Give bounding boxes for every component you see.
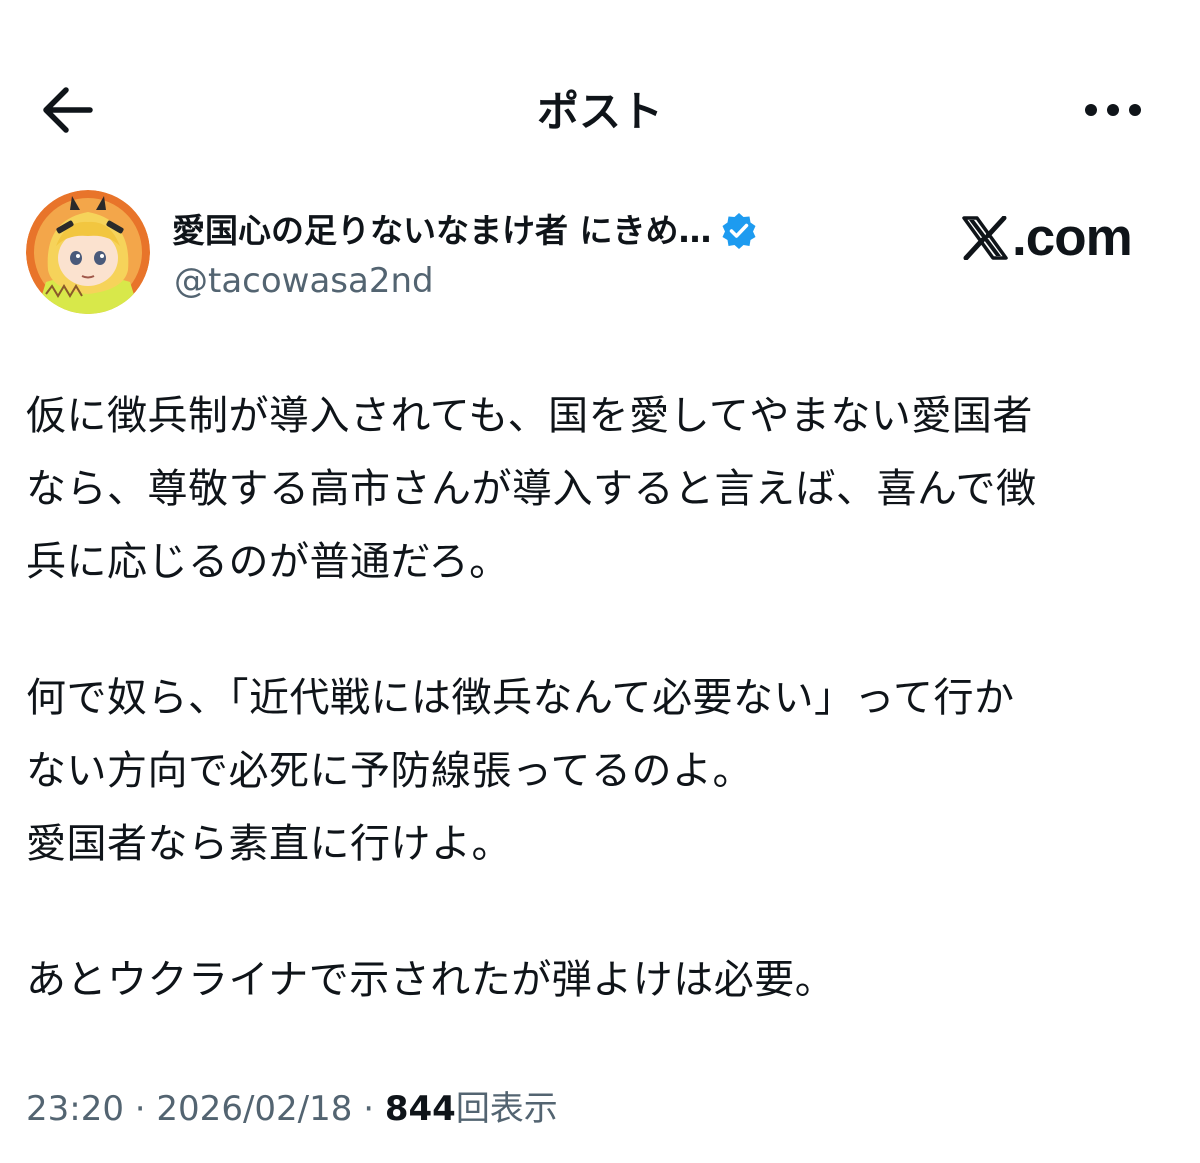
- tweet-line: 愛国者なら素直に行けよ。: [26, 821, 512, 867]
- view-label: 回表示: [455, 1089, 558, 1129]
- watermark-text: .com: [1012, 208, 1133, 267]
- display-name[interactable]: 愛国心の足りないなまけ者 にきめ…: [172, 208, 712, 254]
- meta-separator: ·: [134, 1089, 146, 1129]
- more-horizontal-icon: [1085, 104, 1141, 116]
- tweet-line: 仮に徴兵制が導入されても、国を愛してやまない愛国者: [26, 393, 1033, 439]
- post-date[interactable]: 2026/02/18: [156, 1089, 352, 1129]
- verified-badge-icon: [720, 212, 758, 250]
- tweet-line: 何で奴ら、「近代戦には徴兵なんて必要ない」って行か: [26, 675, 1015, 721]
- x-logo-icon: [962, 216, 1008, 260]
- tweet-line: 兵に応じるのが普通だろ。: [26, 539, 510, 585]
- more-button[interactable]: [1078, 90, 1148, 130]
- avatar[interactable]: [26, 190, 150, 314]
- page-title: ポスト: [536, 87, 663, 136]
- tweet-meta: 23:20 · 2026/02/18 · 844回表示: [26, 1086, 558, 1132]
- author-header: 愛国心の足りないなまけ者 にきめ… @tacowasa2nd .com: [26, 190, 1176, 320]
- top-bar: ポスト: [0, 60, 1200, 160]
- meta-separator: ·: [363, 1089, 375, 1129]
- tweet-text: 仮に徴兵制が導入されても、国を愛してやまない愛国者 なら、尊敬する高市さんが導入…: [26, 380, 1166, 1017]
- tweet-line: ない方向で必死に予防線張ってるのよ。: [26, 748, 753, 794]
- tweet-line: なら、尊敬する高市さんが導入すると言えば、喜んで徴: [26, 466, 1037, 512]
- name-row: 愛国心の足りないなまけ者 にきめ…: [172, 206, 758, 256]
- view-count[interactable]: 844: [385, 1089, 456, 1129]
- post-time[interactable]: 23:20: [26, 1089, 124, 1129]
- x-com-watermark: .com: [962, 208, 1133, 268]
- tweet-line: あとウクライナで示されたが弾よけは必要。: [26, 957, 836, 1003]
- author-handle[interactable]: @tacowasa2nd: [174, 258, 434, 304]
